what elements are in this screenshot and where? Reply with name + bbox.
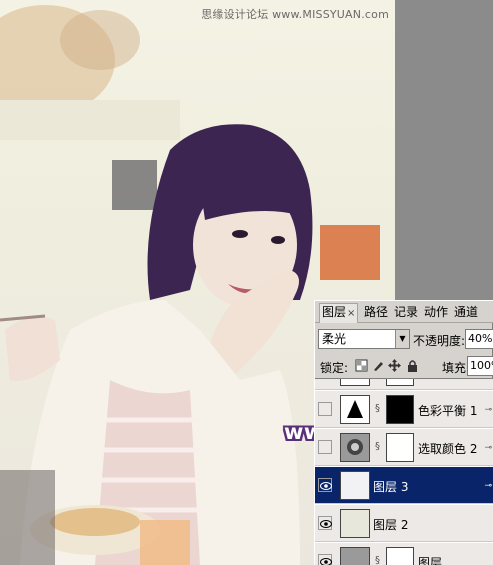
layer-name: 图层 — [418, 556, 443, 565]
scroll-link-icon: ⊸ — [484, 481, 492, 491]
blend-mode-select[interactable]: 柔光 ▼ — [318, 329, 410, 349]
adjustment-icon — [340, 547, 370, 565]
eye-icon[interactable] — [318, 478, 332, 492]
scroll-link-icon: ⊸ — [484, 443, 492, 453]
opacity-input[interactable]: 40% — [465, 329, 493, 349]
layer-mask-thumbnail — [386, 433, 414, 462]
layer-mask-thumbnail — [386, 395, 414, 424]
layer-name: 图层 3 — [373, 480, 409, 494]
layer-row-selective-color[interactable]: § 选取颜色 2 ⊸ — [315, 429, 493, 466]
chain-icon: § — [375, 441, 380, 452]
blend-mode-value: 柔光 — [322, 332, 347, 346]
eye-icon[interactable] — [318, 554, 332, 565]
tab-actions[interactable]: 动作 — [422, 304, 450, 323]
tab-layers[interactable]: 图层× — [319, 303, 359, 323]
close-icon[interactable]: × — [347, 308, 355, 319]
balance-adjustment-icon — [340, 395, 370, 424]
eye-icon[interactable] — [318, 516, 332, 530]
layer-row-layer-bottom[interactable]: § 图层 — [315, 543, 493, 565]
lock-label: 锁定: — [320, 361, 349, 375]
selective-color-adjustment-icon — [340, 433, 370, 462]
workspace-background — [395, 0, 493, 300]
layer-mask-thumbnail — [386, 547, 414, 565]
visibility-toggle[interactable] — [318, 402, 332, 416]
opacity-label: 不透明度: — [413, 334, 466, 348]
move-icon[interactable] — [388, 359, 401, 372]
watermark-top: 思缘设计论坛 www.MISSYUAN.com — [201, 8, 389, 21]
lock-icon[interactable] — [406, 359, 419, 372]
tab-channels[interactable]: 通道 — [452, 304, 480, 323]
visibility-toggle[interactable] — [318, 440, 332, 454]
chain-icon: § — [375, 555, 380, 565]
brush-icon[interactable] — [372, 359, 385, 372]
chain-icon: § — [375, 403, 380, 414]
layer-mask-thumbnail — [386, 379, 414, 386]
layers-panel: 图层× 路径 记录 动作 通道 柔光 ▼ 不透明度: 40% 锁定: 填充: 1… — [314, 300, 493, 565]
fill-input[interactable]: 100% — [467, 356, 493, 376]
layer-name: 选取颜色 2 — [418, 442, 478, 456]
layer-list: § 色彩平衡 1 ⊸ § 选取颜色 2 ⊸ 图层 3 ⊸ 图层 2 § 图层 — [315, 378, 493, 565]
layer-name: 色彩平衡 1 — [418, 404, 478, 418]
layer-thumbnail — [340, 379, 370, 386]
layer-row-layer-3[interactable]: 图层 3 ⊸ — [315, 467, 493, 504]
tab-history[interactable]: 记录 — [392, 304, 420, 323]
tab-paths[interactable]: 路径 — [362, 304, 390, 323]
layer-name: 图层 2 — [373, 518, 409, 532]
layer-row-layer-2[interactable]: 图层 2 — [315, 505, 493, 542]
panel-tabs: 图层× 路径 记录 动作 通道 — [315, 301, 493, 323]
layer-thumbnail — [340, 471, 370, 500]
chevron-down-icon[interactable]: ▼ — [395, 330, 409, 348]
lock-row: 锁定: 填充: 100% — [315, 355, 493, 377]
blend-row: 柔光 ▼ 不透明度: 40% — [315, 327, 493, 351]
lock-transparency-icon[interactable] — [355, 359, 368, 372]
tab-layers-label: 图层 — [322, 305, 347, 319]
fill-label: 填充: — [442, 361, 471, 375]
scroll-link-icon: ⊸ — [484, 405, 492, 415]
layer-row-clipped[interactable] — [315, 379, 493, 390]
layer-thumbnail — [340, 509, 370, 538]
layer-row-color-balance[interactable]: § 色彩平衡 1 ⊸ — [315, 391, 493, 428]
